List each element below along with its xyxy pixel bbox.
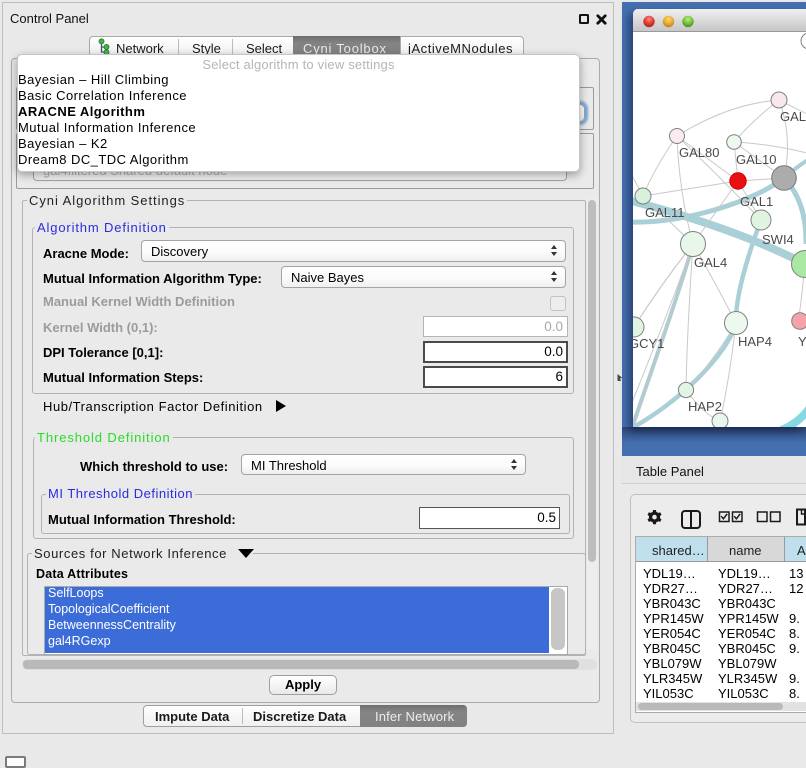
svg-text:HAP2: HAP2 [688, 399, 722, 414]
svg-text:HAP4: HAP4 [738, 334, 772, 349]
svg-text:GAL10: GAL10 [736, 152, 776, 167]
svg-text:GAL1: GAL1 [740, 194, 773, 209]
svg-text:GAL11: GAL11 [645, 205, 685, 220]
svg-text:GAL4: GAL4 [694, 255, 727, 270]
svg-text:GAL80: GAL80 [679, 145, 719, 160]
svg-text:SWI4: SWI4 [762, 232, 794, 247]
svg-text:GCY1: GCY1 [633, 336, 664, 351]
svg-text:Y: Y [798, 334, 806, 349]
svg-text:GAL2: GAL2 [780, 109, 806, 124]
